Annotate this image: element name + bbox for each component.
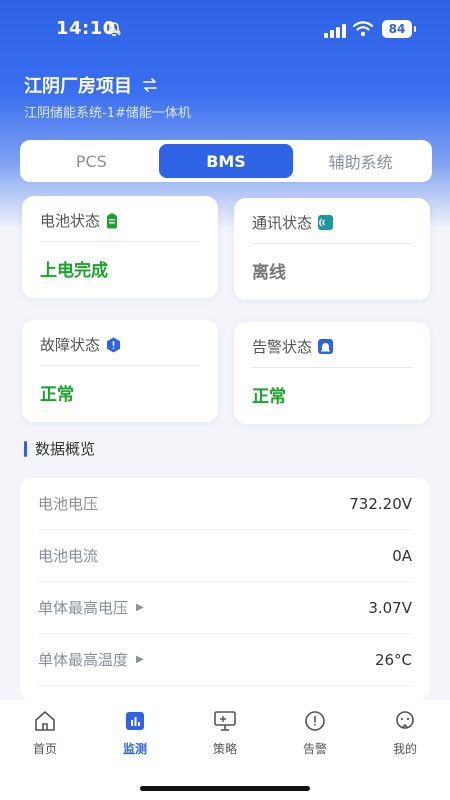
battery-status-icon (107, 213, 118, 228)
battery-status-title: 电池状态 (40, 210, 200, 242)
comm-status-card: 通讯状态 离线 (234, 198, 430, 300)
home-icon (35, 711, 55, 731)
fault-status-label: 故障状态 (40, 336, 101, 354)
nav-profile[interactable]: 我的 (370, 710, 440, 800)
tab-bms[interactable]: BMS (158, 144, 294, 178)
tab-pcs[interactable]: PCS (24, 144, 159, 178)
row-label: 电池电压 (38, 495, 99, 513)
nav-alarm-label: 告警 (302, 742, 327, 756)
swap-icon[interactable] (142, 77, 158, 93)
data-row-battery-current: 电池电流 0A (38, 530, 412, 582)
nav-home-label: 首页 (32, 742, 57, 756)
battery-icon: 84 (382, 20, 416, 38)
comm-status-icon (318, 215, 334, 230)
signal-icon (324, 22, 346, 38)
nav-monitor-label: 监测 (122, 742, 147, 756)
project-title-text: 江阴厂房项目 (24, 76, 132, 97)
data-row-battery-voltage: 电池电压 732.20V (38, 478, 412, 530)
fault-status-icon (107, 337, 121, 352)
comm-status-value: 离线 (252, 263, 286, 283)
bar-chart-icon (126, 712, 144, 730)
device-tabs: PCS BMS 辅助系统 (20, 140, 432, 182)
row-value: 3.07V (368, 598, 412, 617)
battery-status-card: 电池状态 上电完成 (22, 196, 218, 298)
fault-status-title: 故障状态 (40, 334, 200, 366)
row-label: 单体最高温度 (38, 651, 129, 669)
section-accent-bar (24, 440, 27, 457)
fault-status-value: 正常 (40, 385, 74, 405)
bell-off-icon (107, 22, 121, 37)
row-value: 26°C (374, 650, 412, 669)
alarm-status-card: 告警状态 正常 (234, 322, 430, 424)
row-value: 732.20V (349, 494, 412, 513)
data-row-cell-max-temp[interactable]: 单体最高温度 ▶ 26°C (38, 634, 412, 686)
section-title-text: 数据概览 (35, 440, 96, 458)
wifi-icon (352, 21, 374, 37)
project-subtitle: 江阴储能系统-1#储能一体机 (24, 106, 191, 121)
alert-icon (305, 711, 325, 731)
comm-status-title: 通讯状态 (252, 212, 412, 244)
nav-profile-label: 我的 (392, 742, 417, 756)
alarm-status-icon (318, 339, 334, 354)
chevron-right-icon[interactable]: ▶ (136, 602, 144, 613)
project-title[interactable]: 江阴厂房项目 (24, 72, 158, 98)
data-overview-list: 电池电压 732.20V 电池电流 0A 单体最高电压 ▶ 3.07V 单体最高… (20, 478, 430, 700)
row-label: 单体最高电压 (38, 599, 129, 617)
alarm-status-label: 告警状态 (252, 338, 313, 356)
row-label-wrap: 单体最高温度 ▶ (38, 649, 144, 670)
monitor-icon (214, 711, 236, 731)
data-row-cell-max-voltage[interactable]: 单体最高电压 ▶ 3.07V (38, 582, 412, 634)
comm-status-label: 通讯状态 (252, 214, 313, 232)
row-label: 电池电流 (38, 547, 99, 565)
section-title: 数据概览 (24, 438, 95, 459)
tab-aux-system[interactable]: 辅助系统 (293, 144, 428, 178)
status-bar: 14:10 84 (0, 0, 450, 60)
battery-status-value: 上电完成 (40, 261, 108, 281)
chevron-right-icon[interactable]: ▶ (136, 654, 144, 665)
alarm-status-title: 告警状态 (252, 336, 412, 368)
home-indicator[interactable] (140, 786, 310, 791)
battery-level: 84 (388, 22, 406, 36)
user-icon (396, 711, 414, 729)
nav-strategy-label: 策略 (212, 742, 237, 756)
battery-status-label: 电池状态 (40, 212, 101, 230)
row-label-wrap: 单体最高电压 ▶ (38, 597, 144, 618)
alarm-status-value: 正常 (252, 387, 286, 407)
bottom-nav: 首页 监测 策略 告警 我的 (0, 700, 450, 800)
fault-status-card: 故障状态 正常 (22, 320, 218, 422)
nav-home[interactable]: 首页 (10, 710, 80, 800)
row-value: 0A (392, 546, 412, 565)
